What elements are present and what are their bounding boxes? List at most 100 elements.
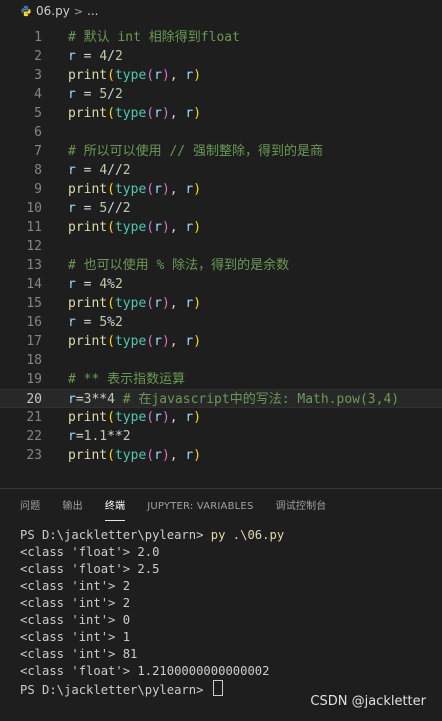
line-number: 18 — [26, 353, 42, 368]
code-line[interactable]: 21 print(type(r), r) — [0, 408, 442, 427]
line-code: print(type(r), r) — [68, 408, 201, 427]
code-token: 4 — [99, 49, 108, 64]
panel-tab[interactable]: JUPYTER: VARIABLES — [147, 489, 253, 525]
code-line[interactable]: 16 r = 5%2 — [0, 313, 442, 332]
chevron-right-icon: > — [73, 4, 84, 18]
code-token: r — [68, 392, 76, 407]
code-token: r — [68, 277, 76, 292]
line-code: print(type(r), r) — [68, 218, 201, 237]
line-code: print(type(r), r) — [68, 446, 201, 465]
code-token: ( — [146, 220, 155, 235]
line-code: print(type(r), r) — [68, 180, 201, 199]
line-code: r=1.1**2 — [68, 427, 131, 446]
code-line[interactable]: 6 — [0, 123, 442, 142]
code-line[interactable]: 9 print(type(r), r) — [0, 180, 442, 199]
code-token: ) — [161, 410, 170, 425]
code-line[interactable]: 23 print(type(r), r) — [0, 446, 442, 465]
code-token: ( — [107, 182, 115, 197]
code-token: r — [68, 315, 76, 330]
code-line[interactable]: 2r = 4/2 — [0, 47, 442, 66]
code-editor[interactable]: 1 # 默认 int 相除得到float 2 r = 4/2 3 print(type(r… — [0, 28, 442, 468]
code-token: ) — [193, 68, 202, 83]
code-token: = — [75, 392, 84, 407]
code-token: ) — [193, 106, 202, 121]
line-number: 2 — [34, 49, 42, 64]
terminal-output-line: <class 'int'> 1 — [20, 630, 131, 644]
code-line[interactable]: 14 r = 4%2 — [0, 275, 442, 294]
code-token: ( — [107, 410, 115, 425]
panel-tab[interactable]: 问题 — [20, 489, 40, 525]
line-number: 15 — [26, 296, 42, 311]
code-line[interactable]: 4 r = 5/2 — [0, 85, 442, 104]
code-token: r — [154, 448, 162, 463]
code-line[interactable]: 17 print(type(r), r) — [0, 332, 442, 351]
breadcrumb-file[interactable]: 06.py — [36, 4, 70, 18]
line-number: 12 — [26, 239, 42, 254]
terminal-command-line: PS D:\jackletter\pylearn> py .\06.py — [20, 527, 284, 544]
line-number: 11 — [26, 220, 42, 235]
code-token: = — [75, 429, 84, 444]
line-code: r = 4//2 — [68, 161, 131, 180]
code-line[interactable]: 18 — [0, 351, 442, 370]
terminal[interactable]: PS D:\jackletter\pylearn> py .\06.py <cl… — [20, 527, 284, 697]
code-token: # ** 表示指数运算 — [68, 372, 186, 387]
code-line[interactable]: 3 print(type(r), r) — [0, 66, 442, 85]
panel-tab[interactable]: 终端 — [104, 489, 126, 525]
code-line[interactable]: 22 r=1.1**2 — [0, 427, 442, 446]
code-token: r — [154, 220, 162, 235]
code-token: 2 — [114, 49, 123, 64]
code-line[interactable]: 5 print(type(r), r) — [0, 104, 442, 123]
line-number: 19 — [26, 372, 42, 387]
code-line[interactable]: 7 # 所以可以使用 // 强制整除，得到的是商 — [0, 142, 442, 161]
code-line[interactable]: 10 r = 5//2 — [0, 199, 442, 218]
code-token: ) — [193, 296, 202, 311]
code-token: = — [75, 201, 100, 216]
panel-tab[interactable]: 输出 — [62, 489, 82, 525]
terminal-output-line: <class 'float'> 2.5 — [20, 562, 160, 576]
terminal-output-line: <class 'int'> 2 — [20, 579, 131, 593]
code-token: ( — [146, 410, 155, 425]
code-token: ( — [107, 106, 115, 121]
line-number: 17 — [26, 334, 42, 349]
terminal-output-line: <class 'int'> 0 — [20, 613, 131, 627]
line-code: r = 5%2 — [68, 313, 123, 332]
code-token: type — [114, 296, 147, 311]
code-token: ** — [91, 392, 108, 407]
code-token: , — [169, 182, 186, 197]
code-token: ) — [193, 334, 202, 349]
code-token: ( — [146, 68, 155, 83]
code-token: r — [68, 163, 76, 178]
code-token: r — [154, 410, 162, 425]
code-token: = — [75, 49, 100, 64]
code-token: , — [169, 448, 186, 463]
code-line[interactable]: 1 # 默认 int 相除得到float — [0, 28, 442, 47]
breadcrumb: 06.py > ... — [0, 0, 442, 22]
terminal-output: <class 'float'> 2.0 <class 'float'> 2.5 <c… — [20, 544, 284, 680]
code-token: print — [68, 410, 108, 425]
code-line[interactable]: 8 r = 4//2 — [0, 161, 442, 180]
code-token: , — [169, 106, 186, 121]
code-line[interactable]: 15 print(type(r), r) — [0, 294, 442, 313]
terminal-output-line: <class 'float'> 1.2100000000000002 — [20, 664, 270, 678]
code-token: ( — [146, 296, 155, 311]
code-token: r — [68, 49, 76, 64]
code-token: r — [68, 201, 76, 216]
code-token: ( — [146, 106, 155, 121]
code-line[interactable]: 11 print(type(r), r) — [0, 218, 442, 237]
code-line[interactable]: 13 # 也可以使用 % 除法，得到的是余数 — [0, 256, 442, 275]
panel-tab[interactable]: 调试控制台 — [276, 489, 327, 525]
code-token: r — [154, 182, 162, 197]
code-token: r — [154, 334, 162, 349]
code-token: type — [114, 220, 147, 235]
code-token: = — [75, 315, 100, 330]
vscode-window: 06.py > ... 1 # 默认 int 相除得到float 2 r = 4/2 3… — [0, 0, 442, 721]
terminal-output-line: <class 'float'> 2.0 — [20, 545, 160, 559]
line-code: print(type(r), r) — [68, 294, 201, 313]
breadcrumb-symbols[interactable]: ... — [87, 4, 98, 18]
code-line[interactable]: 12 — [0, 237, 442, 256]
terminal-prompt-2: PS D:\jackletter\pylearn> — [20, 683, 211, 697]
code-token: 4 — [99, 163, 108, 178]
code-line[interactable]: 19 # ** 表示指数运算 — [0, 370, 442, 389]
code-line[interactable]: 20 r=3**4 # 在javascript中的写法: Math.pow(3,4… — [0, 389, 442, 408]
watermark: CSDN @jackletter — [310, 694, 426, 709]
